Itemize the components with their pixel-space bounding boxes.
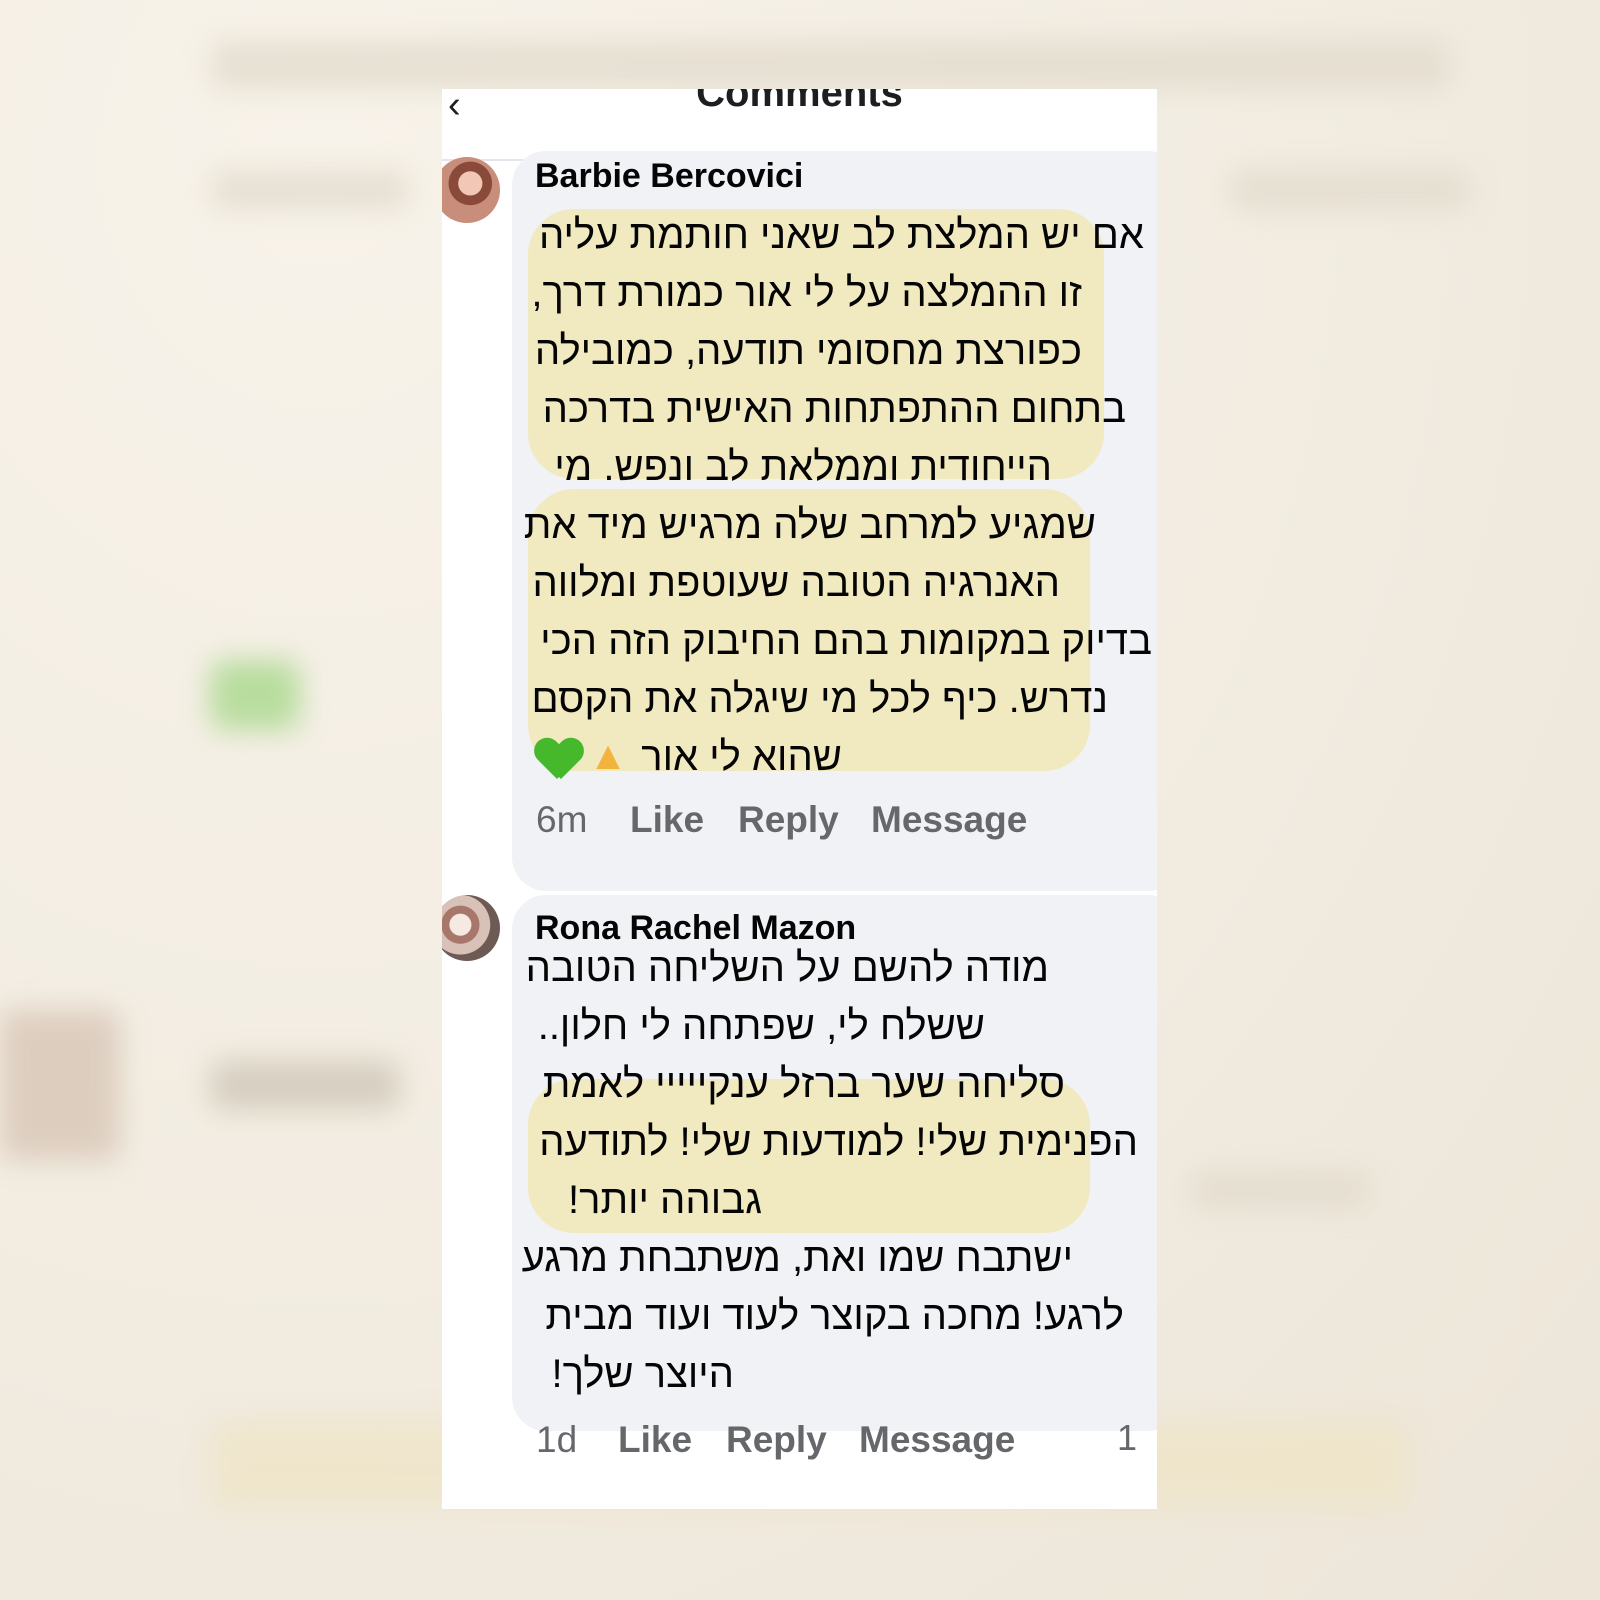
comment-line: גבוהה יותר! (568, 1178, 762, 1222)
blurred-shape (210, 40, 1450, 90)
comment-line: זו ההמלצה על לי אור כמורת דרך, (531, 271, 1082, 315)
comment-text: מודה להשם על השליחה הטובה ששלח לי, שפתחה… (522, 939, 1144, 1399)
comment-line: היוצר שלך! (551, 1352, 734, 1396)
comment-line: בדיוק במקומות בהם החיבוק הזה הכי (540, 619, 1152, 663)
comment-author[interactable]: Barbie Bercovici (535, 157, 803, 196)
reply-button[interactable]: Reply (738, 799, 839, 841)
comment-line: אם יש המלצת לב שאני חותמת עליה (538, 213, 1144, 257)
comment-line: כפורצת מחסומי תודעה, כמובילה (534, 329, 1082, 373)
page-title: Comments (696, 89, 903, 115)
reaction-count[interactable]: 1 (1117, 1417, 1137, 1459)
comment-line: הייחודית וממלאת לב ונפש. מי (554, 445, 1052, 489)
comment-time: 1d (536, 1419, 578, 1460)
reply-button[interactable]: Reply (726, 1419, 827, 1461)
comment-line: האנרגיה הטובה שעוטפת ומלווה (532, 561, 1060, 605)
avatar[interactable] (442, 895, 500, 961)
blurred-shape (210, 660, 300, 730)
comments-screen: ‹ Comments Barbie Bercovici אם יש המלצת … (442, 89, 1157, 1509)
comment-line: נדרש. כיף לכל מי שיגלה את הקסם (531, 677, 1108, 721)
blurred-shape (210, 1060, 400, 1110)
comment-line: שמגיע למרחב שלה מרגיש מיד את (523, 503, 1096, 547)
message-button[interactable]: Message (871, 799, 1027, 841)
green-heart-emoji (535, 735, 581, 781)
comment-text: אם יש המלצת לב שאני חותמת עליה זו ההמלצה… (524, 206, 1152, 786)
comment-line: הפנימית שלי! למודעות שלי! לתודעה (539, 1120, 1138, 1164)
folded-hands-emoji: ▲ (588, 734, 628, 778)
blurred-shape (1230, 170, 1470, 210)
blurred-shape (0, 1010, 120, 1160)
comment-line: ששלח לי, שפתחה לי חלון.. (537, 1004, 985, 1048)
blurred-shape (1190, 1170, 1370, 1210)
like-button[interactable]: Like (618, 1419, 692, 1461)
comment-line: מודה להשם על השליחה הטובה (525, 946, 1049, 990)
comment-line: בתחום ההתפתחות האישית בדרכה (542, 387, 1126, 431)
avatar[interactable] (442, 157, 500, 223)
comment-line: שהוא לי אור (641, 735, 842, 779)
like-button[interactable]: Like (630, 799, 704, 841)
comment-line: לרגע! מחכה בקוצר לעוד ועוד מבית (545, 1294, 1124, 1338)
blurred-shape (210, 170, 410, 210)
comment-time: 6m (536, 799, 588, 840)
message-button[interactable]: Message (859, 1419, 1015, 1461)
comment-line: סליחה שער ברזל ענקייייי לאמת (542, 1062, 1065, 1106)
comment-line: ישתבח שמו ואת, משתבחת מרגע (521, 1236, 1073, 1280)
